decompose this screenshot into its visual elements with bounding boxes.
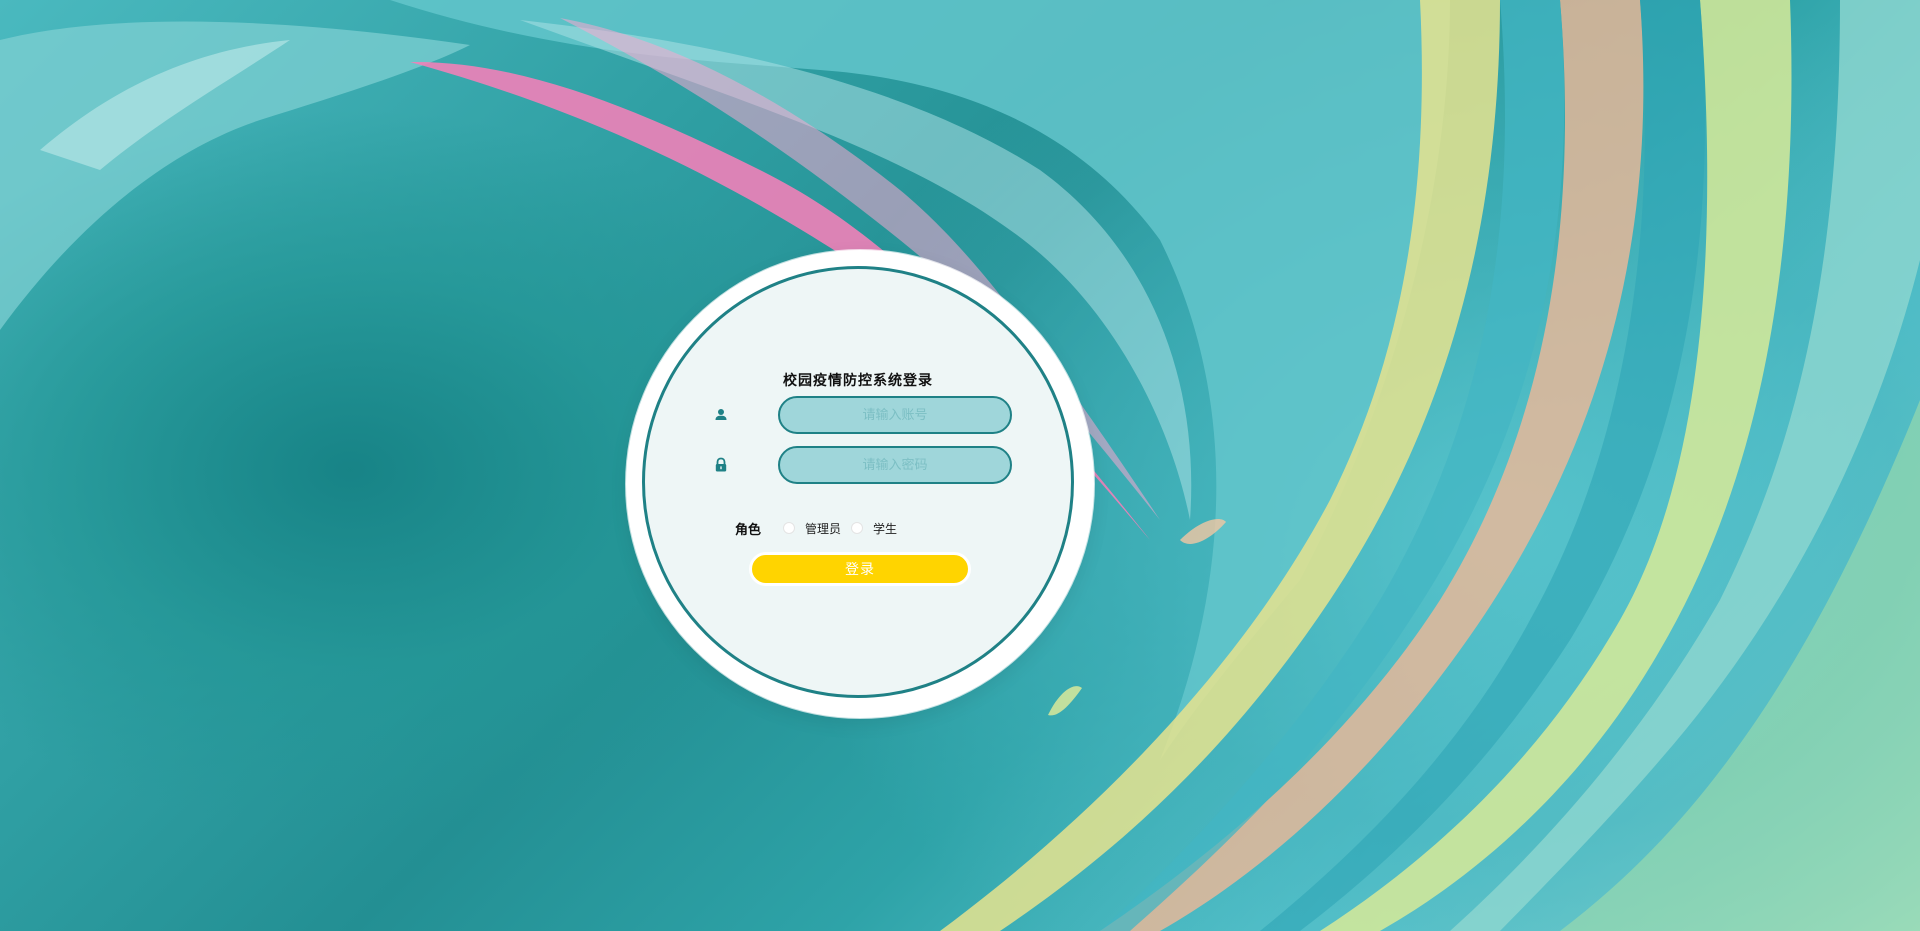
username-row	[695, 396, 1012, 434]
admin-radio[interactable]	[783, 522, 795, 534]
role-label: 角色	[735, 522, 762, 538]
lock-icon	[715, 457, 727, 472]
role-selector: 角色 管理员 学生	[735, 517, 907, 539]
admin-radio-label: 管理员	[805, 521, 842, 536]
login-form: 校园疫情防控系统登录 角色 管	[642, 266, 1074, 698]
login-ring: 校园疫情防控系统登录 角色 管	[626, 250, 1094, 718]
login-page: 校园疫情防控系统登录 角色 管	[0, 0, 1920, 931]
user-icon	[715, 409, 727, 420]
student-radio-label: 学生	[873, 521, 898, 536]
password-input[interactable]	[778, 446, 1012, 484]
student-radio[interactable]	[851, 522, 864, 534]
password-row	[695, 446, 1012, 484]
login-button[interactable]: 登录	[749, 552, 971, 586]
role-option-student[interactable]: 学生	[851, 520, 897, 537]
role-option-admin[interactable]: 管理员	[783, 520, 841, 537]
username-input[interactable]	[778, 396, 1012, 434]
login-title: 校园疫情防控系统登录	[783, 373, 933, 389]
